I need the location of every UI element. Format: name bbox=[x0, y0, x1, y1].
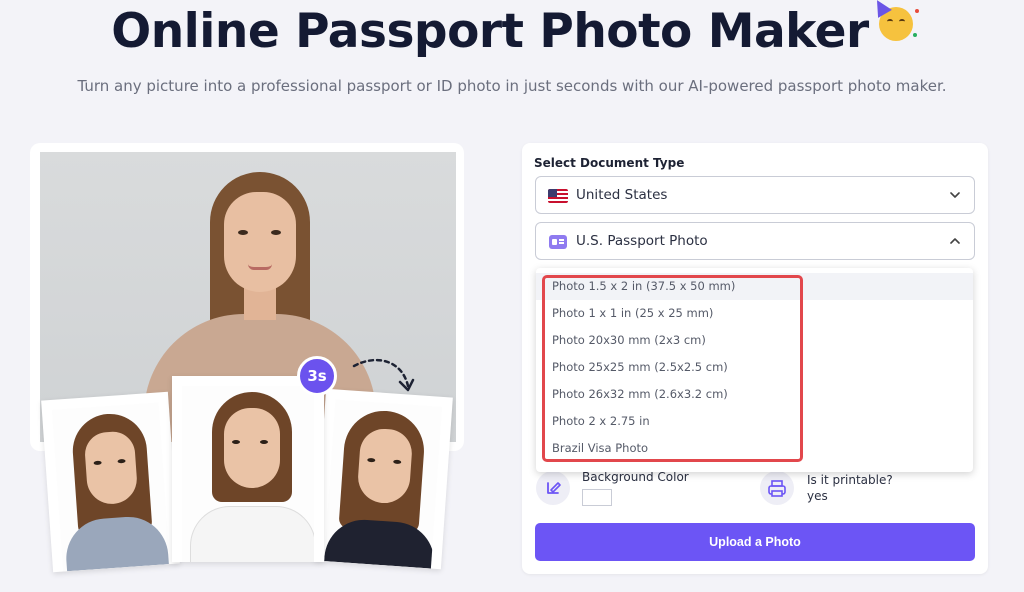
select-document-label: Select Document Type bbox=[534, 156, 685, 170]
page-title: Online Passport Photo Maker bbox=[111, 4, 869, 59]
curved-arrow-icon bbox=[352, 358, 415, 392]
partying-face-emoji-icon bbox=[869, 0, 919, 41]
id-card-icon bbox=[549, 235, 567, 249]
paint-brush-icon bbox=[547, 482, 561, 494]
document-select-value: U.S. Passport Photo bbox=[576, 233, 708, 249]
chevron-up-icon bbox=[950, 238, 960, 244]
background-color-feature-icon bbox=[536, 471, 570, 505]
us-flag-icon bbox=[548, 189, 568, 203]
background-color-title: Background Color bbox=[582, 470, 689, 484]
document-select[interactable]: U.S. Passport Photo bbox=[535, 222, 975, 260]
printable-title: Is it printable? bbox=[807, 473, 893, 487]
country-select[interactable]: United States bbox=[535, 176, 975, 214]
passport-photo-card-right bbox=[314, 388, 453, 570]
upload-photo-button[interactable]: Upload a Photo bbox=[535, 523, 975, 561]
passport-photo-card-left bbox=[41, 391, 180, 573]
background-color-swatch[interactable] bbox=[582, 489, 612, 506]
printer-icon bbox=[768, 480, 786, 497]
options-highlight-box bbox=[542, 275, 803, 462]
processing-time-badge: 3s bbox=[297, 356, 337, 396]
printable-value: yes bbox=[807, 489, 828, 503]
page-header: Online Passport Photo Maker bbox=[0, 0, 1024, 59]
chevron-down-icon bbox=[950, 192, 960, 198]
printable-feature-icon bbox=[760, 471, 794, 505]
passport-photo-card-center bbox=[172, 376, 324, 562]
country-select-value: United States bbox=[576, 187, 668, 203]
page-subtitle: Turn any picture into a professional pas… bbox=[77, 77, 947, 95]
